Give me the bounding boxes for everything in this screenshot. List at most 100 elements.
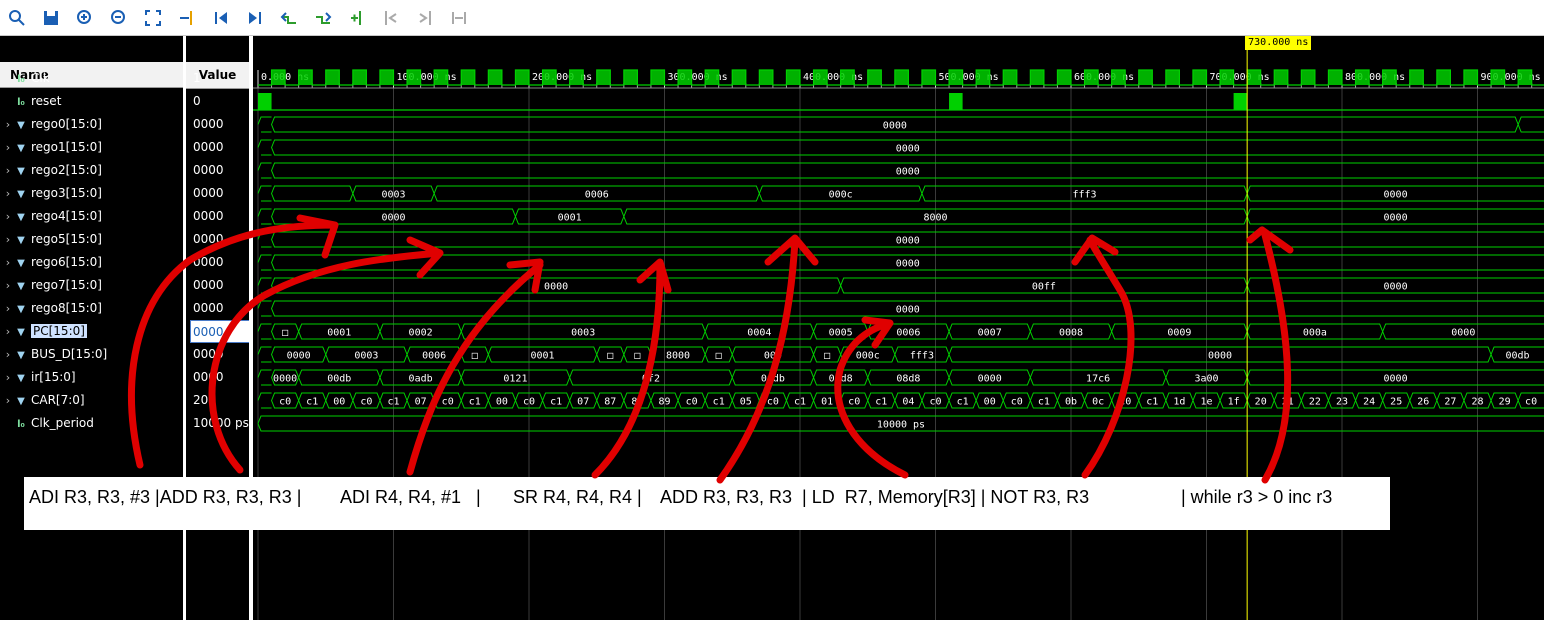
bus-value-label: 00db <box>1505 351 1529 362</box>
bus-value-label: c0 <box>1011 397 1023 408</box>
signal-row[interactable]: › ▼ rego4[15:0] <box>0 205 183 228</box>
bus-value-label: 05 <box>740 397 752 408</box>
bus-value-label: 1e <box>1200 397 1212 408</box>
signal-value[interactable]: 0 <box>186 90 249 113</box>
signal-value[interactable]: 0000 <box>186 205 249 228</box>
signal-value[interactable]: 0000 <box>186 113 249 136</box>
signal-row[interactable]: l₀ Clk_period <box>0 412 183 435</box>
zoom-in-button[interactable] <box>68 0 102 35</box>
signal-row[interactable]: › ▼ rego2[15:0] <box>0 159 183 182</box>
signal-row[interactable]: › ▼ rego0[15:0] <box>0 113 183 136</box>
clk-high-fill <box>949 70 963 85</box>
search-button[interactable] <box>0 0 34 35</box>
clk-high-fill <box>298 70 313 85</box>
clk-high-fill <box>488 70 502 85</box>
bus-value-label: 08d8 <box>896 374 920 385</box>
go-to-end-button[interactable] <box>238 0 272 35</box>
annotation-text: ADD R3, R3, R3 | LD R7, Memory[R3] | NOT… <box>660 487 1090 507</box>
bus-value-label: 0004 <box>747 328 771 339</box>
previous-marker-button[interactable] <box>374 0 408 35</box>
bus-value-label: c1 <box>957 397 969 408</box>
bit-signal-icon: l₀ <box>17 419 25 430</box>
signal-name: BUS_D[15:0] <box>31 347 108 361</box>
clk-high-fill <box>1111 70 1126 85</box>
bus-initial <box>257 185 272 202</box>
bus-signal-icon: ▼ <box>17 327 25 338</box>
signal-value[interactable]: 10000 ps <box>186 412 249 435</box>
bus-signal-icon: ▼ <box>17 281 25 292</box>
expand-chevron-icon[interactable]: › <box>2 389 14 412</box>
cursor-time-label[interactable]: 730.000 ns <box>1245 36 1312 50</box>
next-marker-button[interactable] <box>408 0 442 35</box>
signal-row[interactable]: › ▼ rego6[15:0] <box>0 251 183 274</box>
waveform-panel[interactable]: 0.000 ns100.000 ns200.000 ns300.000 ns40… <box>253 36 1544 620</box>
bus-value-label: 0000 <box>896 144 920 155</box>
clk-high-fill <box>813 70 828 85</box>
clk-high-fill <box>840 70 855 85</box>
expand-chevron-icon[interactable]: › <box>2 320 14 343</box>
zoom-out-button[interactable] <box>102 0 136 35</box>
signal-row[interactable]: › ▼ rego1[15:0] <box>0 136 183 159</box>
signal-value[interactable]: 0000 <box>186 228 249 251</box>
signal-value[interactable]: 0000 <box>190 320 251 343</box>
bus-value-label: c1 <box>1146 397 1158 408</box>
waveform-canvas[interactable]: 0.000 ns100.000 ns200.000 ns300.000 ns40… <box>253 36 1544 620</box>
bus-value-label: 0006 <box>896 328 920 339</box>
signal-value[interactable]: 0000 <box>186 182 249 205</box>
signal-value[interactable]: 0000 <box>186 343 249 366</box>
signal-value[interactable]: 0000 <box>186 136 249 159</box>
clk-high-fill <box>1409 70 1424 85</box>
go-to-end-icon <box>249 11 261 24</box>
signal-value-panel: Value 1 0 0000 0000 0000 0000 0000 0000 0000 0000… <box>186 36 251 620</box>
expand-chevron-icon[interactable]: › <box>2 251 14 274</box>
clk-high-fill <box>1003 70 1017 85</box>
bus-signal-icon: ▼ <box>17 235 25 246</box>
signal-value[interactable]: 0000 <box>186 159 249 182</box>
signal-value[interactable]: 0000 <box>186 366 249 389</box>
expand-chevron-icon[interactable]: › <box>2 274 14 297</box>
signal-value[interactable]: 0000 <box>186 297 249 320</box>
bus-value-label: 25 <box>1390 397 1402 408</box>
signal-row[interactable]: › ▼ BUS_D[15:0] <box>0 343 183 366</box>
bus-value-label: 24 <box>1363 397 1375 408</box>
expand-chevron-icon[interactable]: › <box>2 136 14 159</box>
previous-transition-button[interactable] <box>272 0 306 35</box>
signal-row[interactable]: › ▼ ir[15:0] <box>0 366 183 389</box>
bus-value-label: 0000 <box>1384 213 1408 224</box>
save-button[interactable] <box>34 0 68 35</box>
expand-chevron-icon[interactable]: › <box>2 113 14 136</box>
expand-chevron-icon[interactable]: › <box>2 228 14 251</box>
bus-value-label: 03d8 <box>829 374 853 385</box>
expand-chevron-icon[interactable]: › <box>2 159 14 182</box>
expand-chevron-icon[interactable]: › <box>2 343 14 366</box>
signal-name-panel: Name l₀ Clk l₀ reset › ▼ rego0[15:0] › ▼ rego1[15… <box>0 36 183 620</box>
signal-value[interactable]: 20 <box>186 389 249 412</box>
go-to-start-button[interactable] <box>204 0 238 35</box>
signal-value[interactable]: 0000 <box>186 251 249 274</box>
clk-high-fill <box>867 70 882 85</box>
go-to-cursor-button[interactable] <box>170 0 204 35</box>
bus-value-label: 89 <box>658 397 670 408</box>
expand-chevron-icon[interactable]: › <box>2 297 14 320</box>
swap-cursors-button[interactable] <box>442 0 476 35</box>
signal-row[interactable]: l₀ Clk <box>0 67 183 90</box>
zoom-fit-button[interactable] <box>136 0 170 35</box>
signal-row[interactable]: › ▼ PC[15:0] <box>0 320 183 343</box>
add-marker-button[interactable] <box>340 0 374 35</box>
clk-high-fill <box>921 70 936 85</box>
expand-chevron-icon[interactable]: › <box>2 205 14 228</box>
signal-value[interactable]: 1 <box>186 67 249 90</box>
expand-chevron-icon[interactable]: › <box>2 182 14 205</box>
signal-row[interactable]: › ▼ rego3[15:0] <box>0 182 183 205</box>
signal-row[interactable]: l₀ reset <box>0 90 183 113</box>
clk-high-fill <box>325 70 340 85</box>
signal-value[interactable]: 0000 <box>186 274 249 297</box>
signal-row[interactable]: › ▼ rego5[15:0] <box>0 228 183 251</box>
bus-initial <box>257 277 272 294</box>
signal-row[interactable]: › ▼ CAR[7:0] <box>0 389 183 412</box>
signal-row[interactable]: › ▼ rego8[15:0] <box>0 297 183 320</box>
clk-high-fill <box>1301 70 1315 85</box>
next-transition-button[interactable] <box>306 0 340 35</box>
signal-row[interactable]: › ▼ rego7[15:0] <box>0 274 183 297</box>
expand-chevron-icon[interactable]: › <box>2 366 14 389</box>
